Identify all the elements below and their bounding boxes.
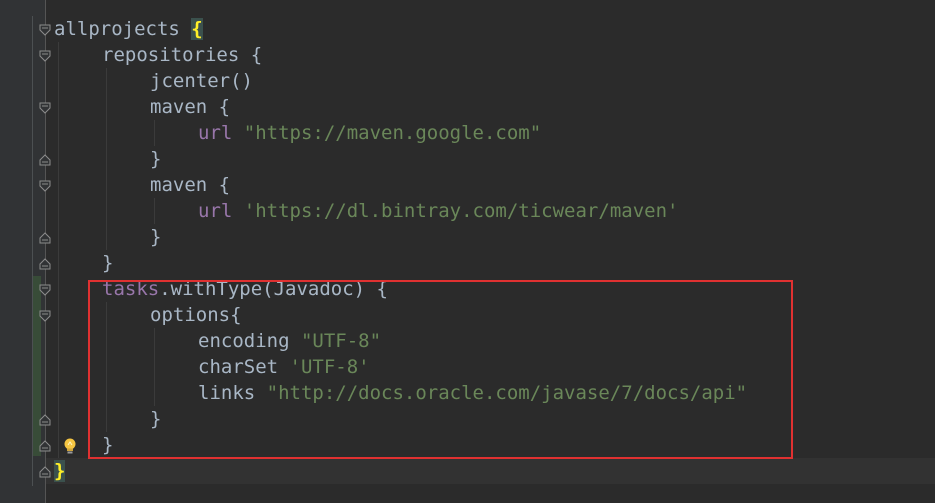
indent-guide [58,328,59,354]
indent-guide [58,198,59,224]
fold-close-icon[interactable] [38,412,52,426]
indent-guide [58,276,59,302]
caret-line-highlight [46,458,935,484]
code-token: } [150,226,162,248]
indent-guide [58,432,59,458]
code-line[interactable]: url "https://maven.google.com" [198,120,541,146]
indent-guide [106,94,107,120]
fold-open-icon[interactable] [38,22,52,36]
fold-open-icon[interactable] [38,100,52,114]
code-token: 'https://dl.bintray.com/ticwear/maven' [243,200,679,222]
code-token: url [198,200,244,222]
code-token: maven { [150,96,231,118]
indent-guide [106,224,107,250]
code-token: jcenter() [150,70,253,92]
code-line[interactable]: } [150,146,161,172]
code-line[interactable]: } [54,458,66,484]
indent-guide [58,146,59,172]
code-token: } [54,460,66,482]
code-token: "https://maven.google.com" [243,122,542,144]
indent-guide [58,94,59,120]
code-token: } [150,148,162,170]
lightbulb-icon[interactable] [62,437,78,455]
indent-guide [58,120,59,146]
indent-guide [58,68,59,94]
indent-guide [58,354,59,380]
indent-guide [154,198,155,224]
indent-guide [58,42,59,68]
annotation-highlight-box [88,280,793,459]
fold-open-icon[interactable] [38,308,52,322]
fold-open-icon[interactable] [38,48,52,62]
fold-close-icon[interactable] [38,230,52,244]
indent-guide [106,198,107,224]
code-line[interactable]: maven { [150,94,230,120]
fold-open-icon[interactable] [38,178,52,192]
indent-guide [106,146,107,172]
indent-guide [58,380,59,406]
vcs-change-marker[interactable] [33,276,41,456]
fold-close-icon[interactable] [38,438,52,452]
indent-guide [106,68,107,94]
indent-guide [58,224,59,250]
indent-guide [58,172,59,198]
code-line[interactable]: repositories { [102,42,262,68]
fold-close-icon[interactable] [38,256,52,270]
indent-guide [154,120,155,146]
code-line[interactable]: } [102,250,113,276]
code-token: allprojects [54,18,192,40]
fold-close-icon[interactable] [38,464,52,478]
indent-guide [58,302,59,328]
code-token: } [102,252,114,274]
code-line[interactable]: maven { [150,172,230,198]
indent-guide [58,406,59,432]
fold-close-icon[interactable] [38,152,52,166]
indent-guide [106,172,107,198]
gutter-border [45,0,46,503]
code-line[interactable]: } [150,224,161,250]
code-token: maven { [150,174,231,196]
code-token: repositories { [102,44,263,66]
fold-open-icon[interactable] [38,282,52,296]
code-token: { [191,18,203,40]
indent-guide [106,120,107,146]
code-line[interactable]: url 'https://dl.bintray.com/ticwear/mave… [198,198,678,224]
code-line[interactable]: jcenter() [150,68,253,94]
indent-guide [58,250,59,276]
code-token: url [198,122,244,144]
code-line[interactable]: allprojects { [54,16,203,42]
